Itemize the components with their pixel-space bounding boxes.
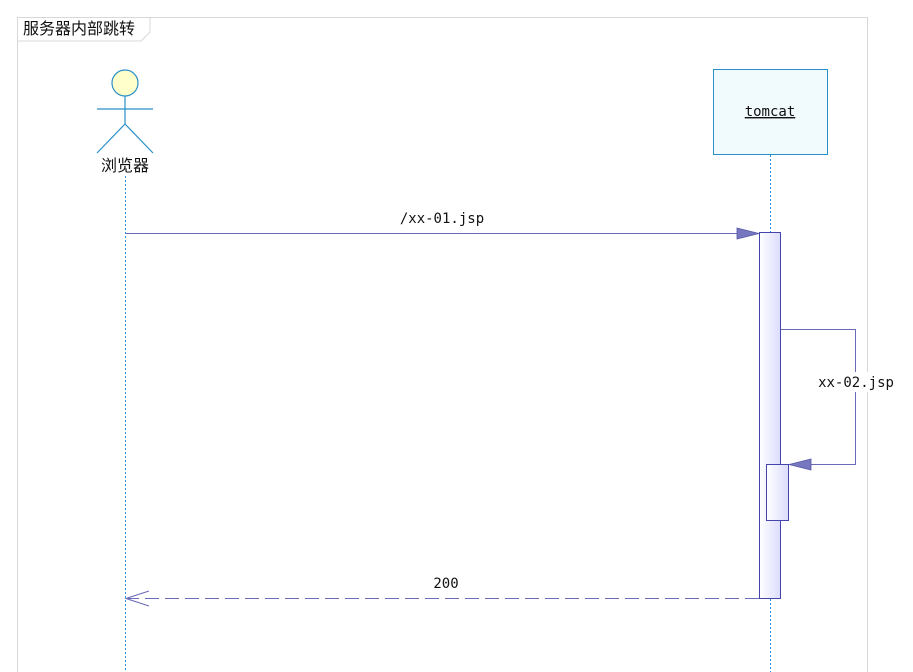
message-label: 200 (433, 576, 458, 592)
message-arrowhead (736, 227, 760, 240)
message-response: 200 (124, 576, 759, 607)
activation-main (759, 232, 781, 599)
actor-head (111, 69, 139, 97)
sequence-diagram: 服务器内部跳转 浏览器 tomcat /xx-01.jsp xx-02.jsp … (17, 17, 897, 672)
message-label: /xx-01.jsp (400, 211, 484, 227)
message-label: xx-02.jsp (818, 375, 894, 391)
actor-right-leg (124, 123, 154, 154)
object-label: tomcat (745, 104, 796, 120)
message-self-forward: xx-02.jsp (781, 329, 897, 471)
actor-label: 浏览器 (101, 156, 149, 175)
actor-left-leg (96, 123, 126, 154)
activation-nested (766, 464, 789, 521)
object-tomcat: tomcat (713, 69, 828, 155)
actor-browser: 浏览器 (96, 69, 154, 175)
message-arrowhead (788, 458, 812, 471)
message-request: /xx-01.jsp (126, 211, 760, 240)
frame-title: 服务器内部跳转 (23, 19, 135, 38)
message-line (781, 329, 856, 465)
